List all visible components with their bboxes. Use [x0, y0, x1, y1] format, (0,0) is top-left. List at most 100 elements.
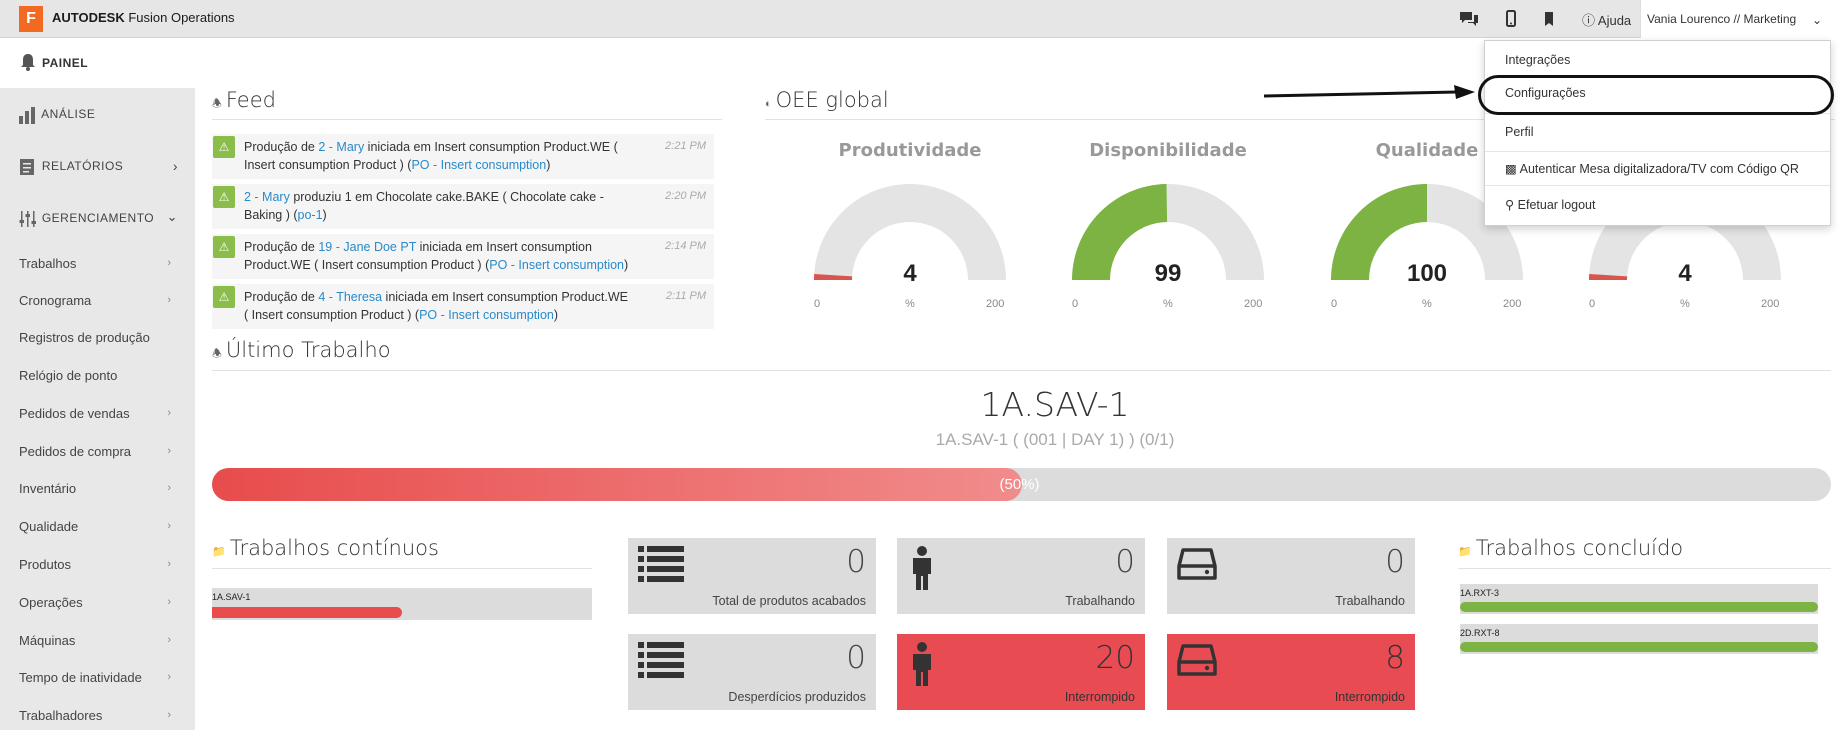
folder-icon: 📁	[1458, 545, 1472, 558]
sidebar-item-tempo-inatividade[interactable]: Tempo de inatividade ›	[19, 670, 171, 685]
stat-tile: 0 Total de produtos acabados	[628, 538, 876, 614]
chevron-right-icon: ›	[167, 671, 171, 683]
sliders-icon	[19, 211, 36, 227]
sidebar-section-label: ANÁLISE	[41, 107, 96, 122]
feed-text: Produção de	[244, 240, 319, 254]
menu-item-label: Efetuar logout	[1517, 198, 1596, 212]
bell-icon	[21, 54, 35, 71]
gauge-unit: %	[1680, 298, 1690, 310]
sidebar-item-trabalhadores[interactable]: Trabalhadores ›	[19, 708, 171, 723]
sidebar-item-label: Produtos	[19, 557, 72, 572]
job-progress-fill	[1460, 602, 1818, 612]
gauge-min: 0	[814, 298, 821, 310]
menu-item-integracoes[interactable]: Integrações	[1505, 53, 1570, 67]
job-label: 1A.RXT-3	[1460, 588, 1500, 598]
list-icon	[638, 642, 684, 678]
feed-item-text: 2 - Mary produziu 1 em Chocolate cake.BA…	[244, 188, 634, 224]
sidebar-section-label: GERENCIAMENTO	[41, 211, 155, 226]
menu-item-autenticar-qr[interactable]: ▩ Autenticar Mesa digitalizadora/TV com …	[1505, 161, 1799, 176]
qr-icon: ▩	[1505, 162, 1517, 176]
brand-bold: AUTODESK	[52, 10, 125, 25]
chevron-right-icon: ›	[167, 482, 171, 494]
bell-icon: ⚠	[213, 236, 235, 258]
continuous-title-text: Trabalhos contínuos	[229, 536, 439, 560]
order-link[interactable]: PO - Insert consumption	[419, 308, 554, 322]
chat-icon[interactable]	[1458, 8, 1480, 30]
sidebar-item-produtos[interactable]: Produtos ›	[19, 557, 171, 572]
help-icon: ⓘ	[1582, 13, 1598, 28]
completed-job-item[interactable]: 2D.RXT-8	[1460, 624, 1818, 654]
completed-title-text: Trabalhos concluído	[1475, 536, 1684, 560]
feed-text: )	[546, 158, 551, 172]
sidebar-section-gerenciamento[interactable]: GERENCIAMENTO ⌄	[18, 209, 178, 228]
help-link[interactable]: ⓘ Ajuda	[1582, 10, 1631, 29]
sidebar-section-relatorios[interactable]: RELATÓRIOS ›	[18, 158, 178, 176]
order-link[interactable]: po-1	[298, 208, 323, 222]
chevron-right-icon: ›	[167, 558, 171, 570]
chevron-right-icon: ›	[167, 520, 171, 532]
menu-item-logout[interactable]: ⚲ Efetuar logout	[1505, 197, 1595, 212]
worker-link[interactable]: 2 - Mary	[318, 140, 364, 154]
worker-link[interactable]: 2 - Mary	[244, 190, 290, 204]
sidebar-item-qualidade[interactable]: Qualidade ›	[19, 519, 171, 534]
sidebar-item-label: Operações	[19, 595, 83, 610]
feed-text: Produção de	[244, 290, 319, 304]
gauge-value: 4	[903, 260, 917, 287]
divider	[1458, 568, 1831, 569]
user-label: Vania Lourenco // Marketing	[1647, 12, 1797, 26]
chevron-right-icon: ›	[172, 158, 178, 174]
stat-tile: 0 Trabalhando	[897, 538, 1145, 614]
stat-label: Total de produtos acabados	[712, 594, 866, 608]
worker-link[interactable]: 4 - Theresa	[318, 290, 382, 304]
stat-value: 0	[1385, 544, 1405, 580]
sidebar-item-label: Máquinas	[19, 633, 76, 648]
order-link[interactable]: PO - Insert consumption	[489, 258, 624, 272]
menu-item-label: Autenticar Mesa digitalizadora/TV com Có…	[1519, 162, 1799, 176]
report-icon	[20, 159, 34, 175]
brand-rest: Fusion Operations	[124, 10, 235, 25]
sidebar-item-trabalhos[interactable]: Trabalhos ›	[19, 256, 171, 271]
sidebar-item-relogio[interactable]: Relógio de ponto	[19, 368, 171, 383]
mobile-icon[interactable]	[1500, 8, 1522, 30]
bar-chart-icon	[19, 107, 35, 124]
job-code: 1A.SAV-1	[980, 385, 1130, 424]
job-label: 2D.RXT-8	[1460, 628, 1500, 638]
sidebar-item-maquinas[interactable]: Máquinas ›	[19, 633, 171, 648]
sidebar-section-analise[interactable]: ANÁLISE	[18, 106, 95, 124]
gauge-max: 200	[986, 298, 1005, 310]
order-link[interactable]: PO - Insert consumption	[411, 158, 546, 172]
feed-item-text: Produção de 19 - Jane Doe PT iniciada em…	[244, 238, 634, 274]
sidebar-item-operacoes[interactable]: Operações ›	[19, 595, 171, 610]
sidebar-item-registros[interactable]: Registros de produção	[19, 330, 171, 345]
machine-icon	[1177, 548, 1217, 580]
sidebar-item-painel[interactable]: PAINEL	[0, 38, 195, 88]
person-icon	[913, 642, 931, 686]
stat-label: Interrompido	[1064, 690, 1135, 704]
sidebar-item-inventario[interactable]: Inventário ›	[19, 481, 171, 496]
help-label: Ajuda	[1597, 13, 1632, 28]
gauge-value: 99	[1154, 260, 1182, 287]
menu-item-perfil[interactable]: Perfil	[1505, 125, 1533, 139]
stat-label: Trabalhando	[1335, 594, 1405, 608]
gauge-max: 200	[1761, 298, 1780, 310]
gauge-min: 0	[1072, 298, 1079, 310]
bookmark-icon[interactable]	[1538, 8, 1560, 30]
brand-name[interactable]: AUTODESK Fusion Operations	[52, 10, 235, 25]
feed-item: ⚠ 2 - Mary produziu 1 em Chocolate cake.…	[212, 184, 714, 229]
menu-divider	[1485, 151, 1830, 152]
chevron-right-icon: ›	[167, 294, 171, 306]
worker-link[interactable]: 19 - Jane Doe PT	[318, 240, 416, 254]
continuous-job-item[interactable]: 1A.SAV-1	[212, 588, 592, 620]
fusion-logo[interactable]: F	[19, 6, 43, 32]
bell-icon: 🕭	[212, 97, 222, 110]
arrow-annotation	[1263, 85, 1475, 99]
job-progress-fill	[212, 607, 402, 618]
user-menu-button[interactable]: Vania Lourenco // Marketing ⌄	[1640, 0, 1842, 38]
sidebar-header-label: PAINEL	[42, 56, 89, 70]
stat-tile: 8 Interrompido	[1167, 634, 1415, 710]
completed-job-item[interactable]: 1A.RXT-3	[1460, 584, 1818, 614]
feed-item: ⚠ Produção de 19 - Jane Doe PT iniciada …	[212, 234, 714, 279]
gauge-min: 0	[1589, 298, 1596, 310]
menu-divider	[1485, 185, 1830, 186]
sidebar-item-cronograma[interactable]: Cronograma ›	[19, 293, 171, 308]
